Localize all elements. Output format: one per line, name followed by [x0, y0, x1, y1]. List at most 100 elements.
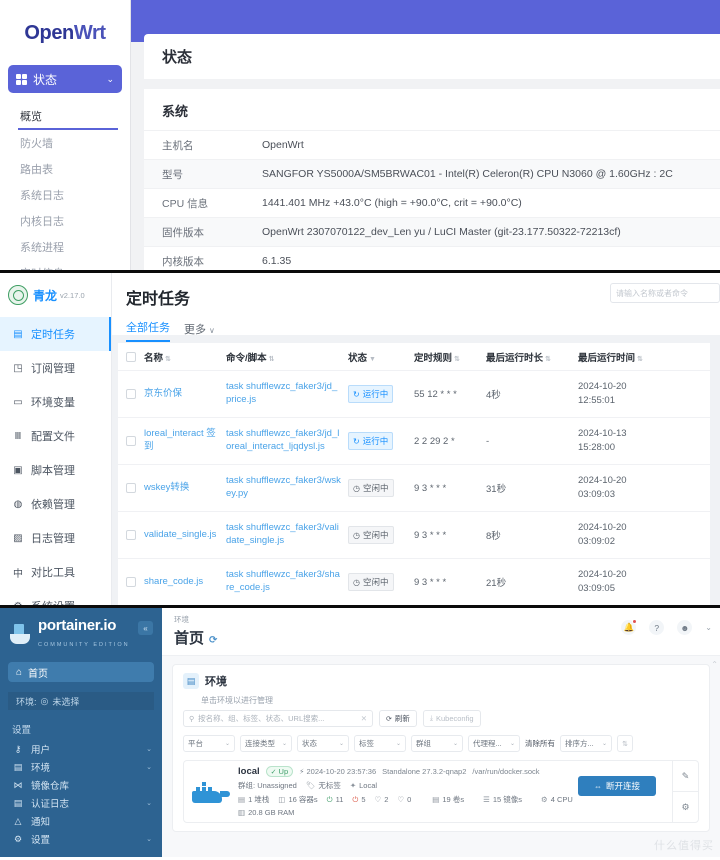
sidebar-item-users[interactable]: ⚷ 用户 ⌄	[0, 740, 162, 758]
task-name[interactable]: validate_single.js	[144, 529, 226, 542]
checkbox-icon[interactable]	[126, 483, 136, 493]
task-command[interactable]: task shufflewzc_faker3/share_code.js	[226, 569, 348, 595]
checkbox-icon[interactable]	[126, 351, 136, 362]
sidebar-item-config[interactable]: Ⅲ 配置文件	[0, 419, 111, 453]
refresh-button[interactable]: ⟳ 刷新	[379, 710, 417, 727]
tab-more[interactable]: 更多 ∨	[184, 321, 215, 342]
col-header-cron[interactable]: 定时规则 ⇅	[414, 350, 486, 364]
environment-selector[interactable]: 环境: ◎ 未选择	[8, 692, 154, 710]
sort-icon[interactable]: ⇅	[165, 356, 171, 363]
clear-all-button[interactable]: 清除所有	[525, 738, 555, 749]
edit-environment-button[interactable]: ✎	[673, 761, 698, 791]
task-command[interactable]: task shufflewzc_faker3/jd_loreal_interac…	[226, 428, 348, 454]
refresh-icon[interactable]: ⟳	[209, 635, 217, 646]
select-all-checkbox-cell[interactable]	[118, 351, 144, 362]
checkbox-icon[interactable]	[126, 530, 136, 540]
sort-icon[interactable]: ⇅	[269, 356, 275, 363]
sidebar-item-diff[interactable]: 中 对比工具	[0, 555, 111, 589]
row-checkbox-cell[interactable]	[118, 530, 144, 540]
sidebar-item-registries[interactable]: ⋈ 镜像仓库	[0, 776, 162, 794]
chevron-down-icon[interactable]: ⌄	[146, 745, 152, 753]
checkbox-icon[interactable]	[126, 436, 136, 446]
sidebar-item-script[interactable]: ▣ 脚本管理	[0, 453, 111, 487]
checkbox-icon[interactable]	[126, 389, 136, 399]
task-name[interactable]: loreal_interact 签到	[144, 428, 226, 454]
row-checkbox-cell[interactable]	[118, 436, 144, 446]
table-row[interactable]: validate_single.js task shufflewzc_faker…	[118, 512, 710, 559]
disconnect-icon: ⇔	[593, 781, 602, 791]
filter-tags[interactable]: 标签 ⌄	[354, 735, 406, 752]
help-icon[interactable]: ?	[649, 620, 665, 635]
sidebar-item-kernel-log[interactable]: 内核日志	[0, 208, 130, 234]
collapse-sidebar-button[interactable]: «	[138, 621, 153, 635]
sort-direction-button[interactable]: ⇅	[617, 735, 633, 752]
chevron-down-icon[interactable]: ⌄	[146, 799, 152, 807]
col-header-name[interactable]: 名称 ⇅	[144, 350, 226, 364]
scroll-indicator[interactable]: ⌃	[711, 660, 718, 669]
sidebar-item-realtime[interactable]: 实时信息	[0, 260, 130, 270]
sidebar-item-routes[interactable]: 路由表	[0, 156, 130, 182]
sidebar-item-authlogs[interactable]: ▤ 认证日志 ⌄	[0, 794, 162, 812]
portainer-logo-text: portainer.io COMMUNITY EDITION	[38, 618, 130, 650]
row-checkbox-cell[interactable]	[118, 389, 144, 399]
task-command[interactable]: task shufflewzc_faker3/wskey.py	[226, 475, 348, 501]
user-icon[interactable]: ☻	[677, 620, 693, 635]
sidebar-item-log[interactable]: ▨ 日志管理	[0, 521, 111, 555]
task-name[interactable]: share_code.js	[144, 576, 226, 589]
col-header-lastrun[interactable]: 最后运行时间 ⇅	[578, 350, 668, 364]
row-value: 6.1.35	[262, 255, 292, 267]
table-row[interactable]: share_code.js task shufflewzc_faker3/sha…	[118, 559, 710, 605]
table-row[interactable]: 京东价保 task shufflewzc_faker3/jd_price.js …	[118, 371, 710, 418]
col-header-status[interactable]: 状态 ▼	[348, 350, 414, 364]
sidebar-item-syslog[interactable]: 系统日志	[0, 182, 130, 208]
chevron-down-icon[interactable]: ⌄	[146, 835, 152, 843]
row-checkbox-cell[interactable]	[118, 577, 144, 587]
sidebar-item-firewall[interactable]: 防火墙	[0, 130, 130, 156]
col-header-command[interactable]: 命令/脚本 ⇅	[226, 350, 348, 364]
sidebar-item-subscription[interactable]: ◳ 订阅管理	[0, 351, 111, 385]
filter-status[interactable]: 状态 ⌄	[297, 735, 349, 752]
checkbox-icon[interactable]	[126, 577, 136, 587]
sort-icon[interactable]: ⇅	[454, 356, 460, 363]
task-name[interactable]: 京东价保	[144, 388, 226, 401]
task-name[interactable]: wskey转换	[144, 482, 226, 495]
calendar-icon: ▤	[13, 328, 23, 340]
tab-all-tasks[interactable]: 全部任务	[126, 319, 170, 342]
sort-icon[interactable]: ⇅	[545, 356, 551, 363]
environment-settings-button[interactable]: ⚙	[673, 791, 698, 822]
filter-icon[interactable]: ▼	[369, 356, 376, 363]
sidebar-item-status[interactable]: 状态 ⌄	[8, 65, 122, 93]
sidebar-item-processes[interactable]: 系统进程	[0, 234, 130, 260]
filter-platform[interactable]: 平台 ⌄	[183, 735, 235, 752]
environment-item[interactable]: local ✓ Up ⚡ 2024-10-20 23:57:36 Standalo…	[183, 760, 699, 823]
task-command[interactable]: task shufflewzc_faker3/validate_single.j…	[226, 522, 348, 548]
sidebar-item-settings[interactable]: ⚙ 系统设置	[0, 589, 111, 606]
disconnect-button[interactable]: ⇔ 断开连接	[577, 776, 656, 796]
clear-search-icon[interactable]: ✕	[361, 714, 367, 723]
table-row[interactable]: wskey转换 task shufflewzc_faker3/wskey.py …	[118, 465, 710, 512]
sidebar-item-home[interactable]: ⌂ 首页	[8, 662, 154, 682]
chevron-down-icon[interactable]: ⌄	[146, 763, 152, 771]
search-input[interactable]: ⚲ 按名称、组、标签、状态、URL搜索... ✕	[183, 710, 373, 727]
kubeconfig-button[interactable]: ⤓ Kubeconfig	[422, 710, 481, 727]
filter-connection-type[interactable]: 连接类型 ⌄	[240, 735, 292, 752]
bell-icon[interactable]: 🔔	[621, 619, 638, 635]
sort-icon[interactable]: ⇅	[637, 356, 643, 363]
col-header-duration[interactable]: 最后运行时长 ⇅	[486, 350, 578, 364]
sidebar-item-dependency[interactable]: ◍ 依赖管理	[0, 487, 111, 521]
sort-select[interactable]: 排序方... ⌄	[560, 735, 612, 752]
filter-group[interactable]: 群组 ⌄	[411, 735, 463, 752]
sidebar-item-cron[interactable]: ▤ 定时任务	[0, 317, 111, 351]
sidebar-item-environments[interactable]: ▤ 环境 ⌄	[0, 758, 162, 776]
sidebar-item-notifications[interactable]: △ 通知	[0, 812, 162, 830]
row-checkbox-cell[interactable]	[118, 483, 144, 493]
search-input[interactable]: 请输入名称或者命令	[610, 283, 720, 303]
task-status-cell: ◷ 空闲中	[348, 479, 414, 497]
chevron-down-icon[interactable]: ⌄	[705, 623, 712, 632]
sidebar-item-env[interactable]: ▭ 环境变量	[0, 385, 111, 419]
task-command[interactable]: task shufflewzc_faker3/jd_price.js	[226, 381, 348, 407]
sidebar-item-settings[interactable]: ⚙ 设置 ⌄	[0, 830, 162, 848]
table-row[interactable]: loreal_interact 签到 task shufflewzc_faker…	[118, 418, 710, 465]
filter-agent[interactable]: 代理程... ⌄	[468, 735, 520, 752]
sidebar-item-overview[interactable]: 概览	[18, 103, 118, 130]
